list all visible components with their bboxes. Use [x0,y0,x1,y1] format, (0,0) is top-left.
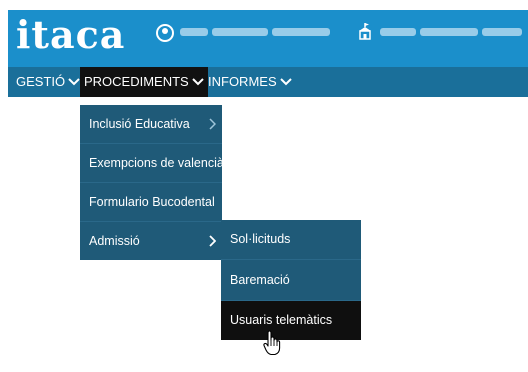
school-icon [359,23,371,40]
menu-item-usuaris-telematics[interactable]: Usuaris telemàtics [221,301,361,340]
menu-item-label: Baremació [230,273,290,287]
menu-item-label: Sol·licituds [230,232,291,246]
redacted-user-text [180,28,208,36]
chevron-right-icon [209,235,216,247]
menu-item-label: Inclusió Educativa [89,117,190,131]
menu-item-inclusio-educativa[interactable]: Inclusió Educativa [80,105,222,144]
redacted-school-text [482,28,522,36]
redacted-user-text [272,28,330,36]
chevron-down-icon [279,78,292,86]
hand-cursor-icon [263,330,281,356]
chevron-down-icon [68,78,80,86]
nav-informes[interactable]: INFORMES [204,67,296,97]
menu-item-exempcions-valencia[interactable]: Exempcions de valencià [80,144,224,183]
nav-gestio-label: GESTIÓ [16,74,66,89]
procediments-dropdown: Inclusió Educativa Exempcions de valenci… [80,105,224,260]
nav-procediments-label: PROCEDIMENTS [84,74,189,89]
menu-item-label: Usuaris telemàtics [230,313,333,327]
chevron-down-icon [192,78,204,86]
redacted-user-text [212,28,268,36]
nav-gestio[interactable]: GESTIÓ [12,67,84,97]
menu-item-formulario-bucodental[interactable]: Formulario Bucodental [80,183,222,222]
chevron-right-icon [209,118,216,130]
user-icon [156,24,174,42]
admissio-submenu: Sol·licituds Baremació Usuaris telemàtic… [221,220,361,340]
app-logo[interactable]: itaca [16,12,125,58]
menu-item-label: Formulario Bucodental [89,195,215,209]
menu-item-sollicituds[interactable]: Sol·licituds [221,220,361,260]
menu-item-baremacio[interactable]: Baremació [221,260,361,301]
nav-informes-label: INFORMES [208,74,277,89]
app-header: itaca [8,10,528,67]
menu-item-label: Admissió [89,234,140,248]
menu-item-admissio[interactable]: Admissió [80,222,222,260]
redacted-school-text [380,28,416,36]
redacted-school-text [420,28,478,36]
menu-item-label: Exempcions de valencià [89,156,224,170]
nav-procediments[interactable]: PROCEDIMENTS [80,67,208,97]
main-navbar: GESTIÓ PROCEDIMENTS INFORMES [8,67,528,97]
